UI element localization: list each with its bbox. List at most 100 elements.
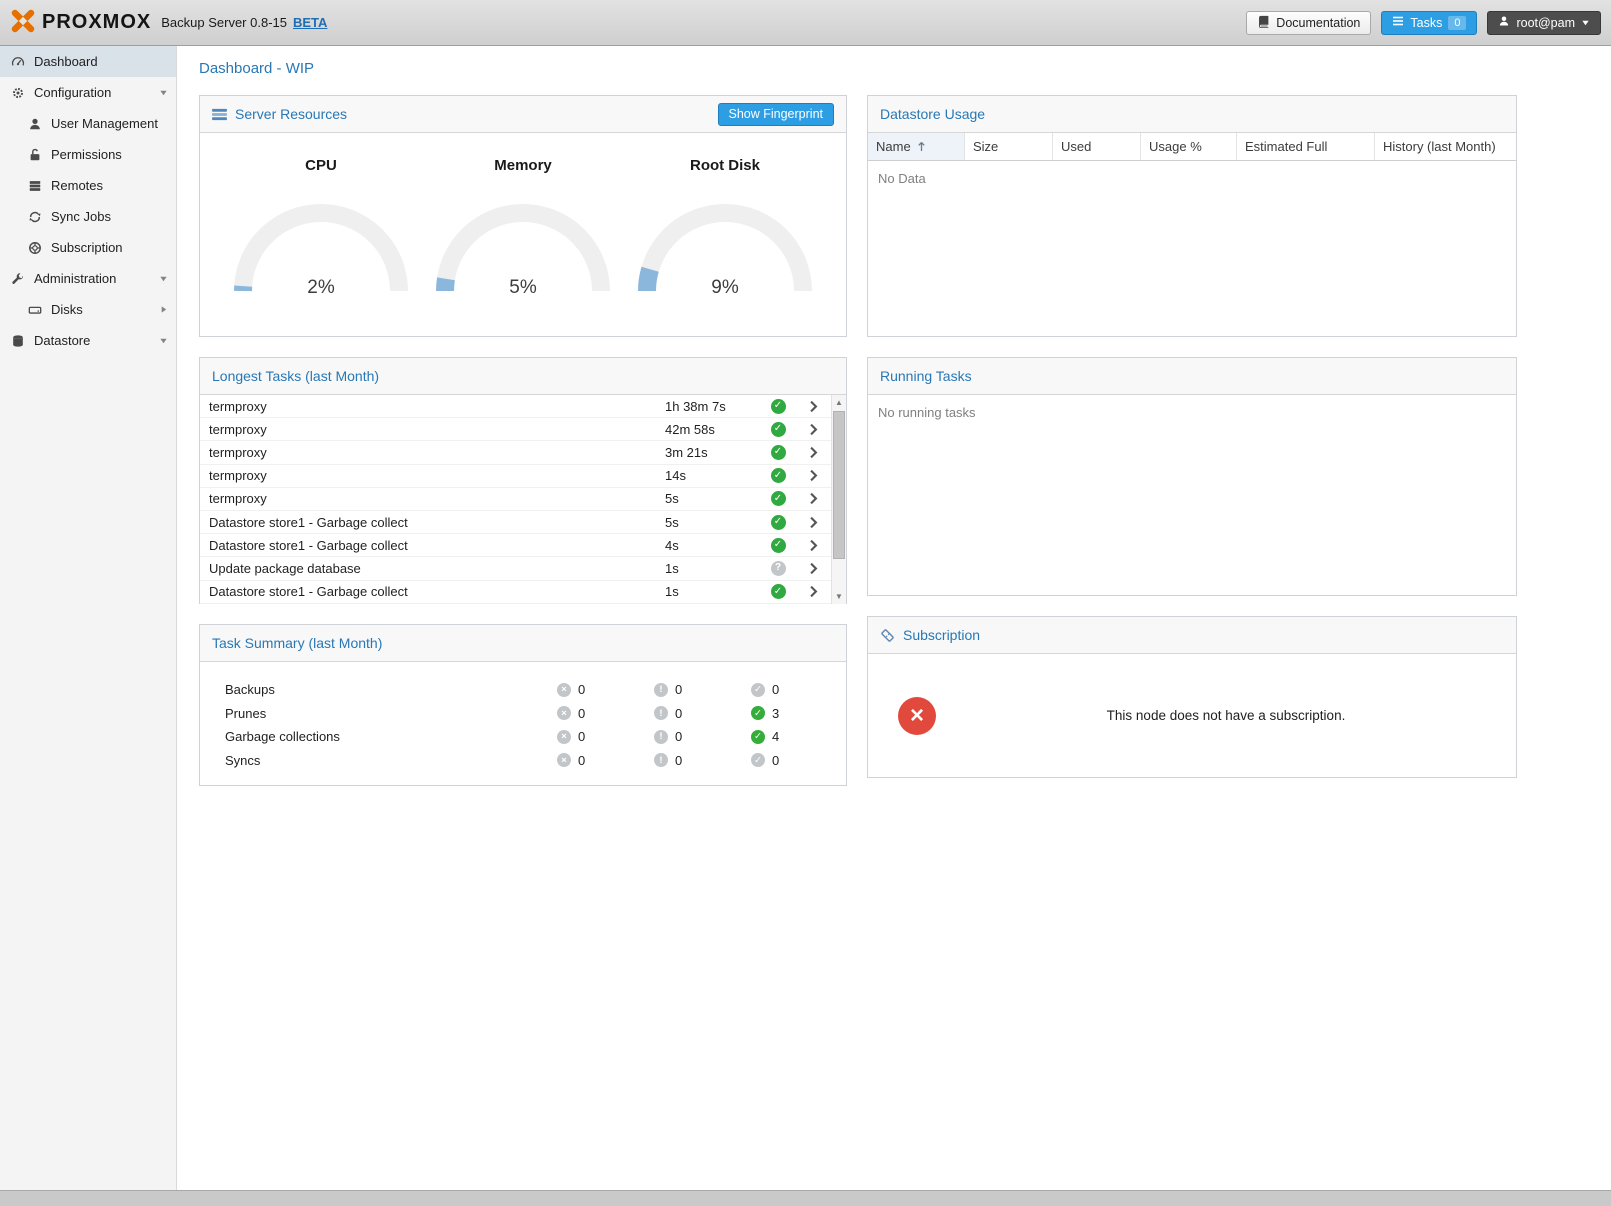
sidebar-item-remotes[interactable]: Remotes bbox=[0, 170, 176, 201]
sidebar-item-configuration[interactable]: Configuration bbox=[0, 77, 176, 108]
subscription-body: × This node does not have a subscription… bbox=[868, 654, 1516, 777]
datastore-usage-columns: NameSizeUsedUsage %Estimated FullHistory… bbox=[868, 133, 1516, 161]
unlock-icon bbox=[27, 148, 42, 162]
chevron-right-icon[interactable] bbox=[795, 400, 831, 413]
server-icon bbox=[27, 179, 42, 193]
error-circle-icon: × bbox=[557, 683, 571, 697]
tasks-label: Tasks bbox=[1410, 16, 1442, 30]
disk-icon bbox=[27, 303, 42, 317]
user-avatar-icon bbox=[1498, 15, 1510, 30]
chevron-right-icon[interactable] bbox=[795, 562, 831, 575]
documentation-label: Documentation bbox=[1276, 16, 1360, 30]
column-header-history-last-month-[interactable]: History (last Month) bbox=[1375, 133, 1516, 160]
tasks-button[interactable]: Tasks 0 bbox=[1381, 11, 1477, 35]
times-circle-icon: × bbox=[898, 697, 936, 735]
sidebar-item-disks[interactable]: Disks bbox=[0, 294, 176, 325]
ok-status-icon: ✓ bbox=[771, 491, 786, 506]
vertical-scrollbar[interactable]: ▲ ▼ bbox=[831, 395, 846, 604]
task-row[interactable]: termproxy5s✓ bbox=[200, 488, 831, 511]
task-row[interactable]: Datastore store1 - Garbage collect1s✓ bbox=[200, 581, 831, 604]
gauge-cpu: CPU2% bbox=[226, 157, 416, 299]
sidebar-item-permissions[interactable]: Permissions bbox=[0, 139, 176, 170]
horizontal-scrollbar[interactable] bbox=[0, 1190, 1611, 1206]
task-duration: 1s bbox=[665, 561, 761, 576]
warning-circle-icon: ! bbox=[654, 730, 668, 744]
sidebar-item-label: Disks bbox=[51, 302, 83, 317]
wrench-icon bbox=[10, 272, 25, 286]
task-name: termproxy bbox=[209, 399, 665, 414]
chevron-right-icon[interactable] bbox=[795, 423, 831, 436]
task-summary-title: Task Summary (last Month) bbox=[212, 635, 382, 651]
chevron-right-icon[interactable] bbox=[795, 539, 831, 552]
sidebar-item-dashboard[interactable]: Dashboard bbox=[0, 46, 176, 77]
column-header-name[interactable]: Name bbox=[868, 133, 965, 160]
chevron-right-icon[interactable] bbox=[795, 469, 831, 482]
chevron-right-icon[interactable] bbox=[795, 446, 831, 459]
task-row[interactable]: termproxy42m 58s✓ bbox=[200, 418, 831, 441]
check-circle-icon: ✓ bbox=[751, 683, 765, 697]
column-header-usage-[interactable]: Usage % bbox=[1141, 133, 1237, 160]
error-circle-icon: × bbox=[557, 753, 571, 767]
chevron-right-icon[interactable] bbox=[795, 585, 831, 598]
sidebar-item-user-management[interactable]: User Management bbox=[0, 108, 176, 139]
count-value: 0 bbox=[675, 682, 682, 697]
chevron-right-icon[interactable] bbox=[795, 516, 831, 529]
column-header-estimated-full[interactable]: Estimated Full bbox=[1237, 133, 1375, 160]
scroll-up-icon[interactable]: ▲ bbox=[832, 395, 846, 410]
column-header-used[interactable]: Used bbox=[1053, 133, 1141, 160]
documentation-button[interactable]: Documentation bbox=[1246, 11, 1371, 35]
task-name: termproxy bbox=[209, 422, 665, 437]
unknown-status-icon: ? bbox=[771, 561, 786, 576]
task-summary-header: Task Summary (last Month) bbox=[200, 625, 846, 662]
page-title: Dashboard - WIP bbox=[177, 46, 1611, 87]
beta-link[interactable]: BETA bbox=[293, 15, 327, 30]
datastore-usage-panel: Datastore Usage NameSizeUsedUsage %Estim… bbox=[867, 95, 1517, 337]
sidebar-item-datastore[interactable]: Datastore bbox=[0, 325, 176, 356]
gauge-memory: Memory 5% bbox=[428, 157, 618, 299]
scrollbar-thumb[interactable] bbox=[833, 411, 845, 559]
show-fingerprint-button[interactable]: Show Fingerprint bbox=[718, 103, 835, 126]
user-menu-button[interactable]: root@pam bbox=[1487, 11, 1601, 35]
gauge-percent: 2% bbox=[226, 277, 416, 299]
server-resources-title: Server Resources bbox=[235, 106, 347, 122]
sidebar-item-sync-jobs[interactable]: Sync Jobs bbox=[0, 201, 176, 232]
ok-status-icon: ✓ bbox=[771, 468, 786, 483]
task-duration: 3m 21s bbox=[665, 445, 761, 460]
task-duration: 4s bbox=[665, 538, 761, 553]
task-duration: 5s bbox=[665, 515, 761, 530]
tasks-list-icon bbox=[1392, 15, 1404, 30]
ok-status-icon: ✓ bbox=[771, 399, 786, 414]
task-duration: 42m 58s bbox=[665, 422, 761, 437]
chevron-right-icon[interactable] bbox=[795, 492, 831, 505]
check-circle-icon: ✓ bbox=[751, 706, 765, 720]
task-name: Datastore store1 - Garbage collect bbox=[209, 515, 665, 530]
gears-icon bbox=[10, 86, 25, 100]
sidebar-item-subscription[interactable]: Subscription bbox=[0, 232, 176, 263]
sidebar-item-label: Remotes bbox=[51, 178, 103, 193]
count-value: 3 bbox=[772, 706, 779, 721]
count-value: 0 bbox=[578, 753, 585, 768]
gauge-percent: 5% bbox=[428, 277, 618, 299]
sidebar-item-administration[interactable]: Administration bbox=[0, 263, 176, 294]
count-value: 0 bbox=[772, 682, 779, 697]
topbar-actions: Documentation Tasks 0 root@pam bbox=[1246, 11, 1601, 35]
task-row[interactable]: termproxy1h 38m 7s✓ bbox=[200, 395, 831, 418]
task-row[interactable]: Datastore store1 - Garbage collect5s✓ bbox=[200, 511, 831, 534]
task-row[interactable]: Update package database1s? bbox=[200, 557, 831, 580]
task-duration: 14s bbox=[665, 468, 761, 483]
gauge-label: Memory bbox=[428, 157, 618, 174]
task-summary-rows: Backups×0!0✓0Prunes×0!0✓3Garbage collect… bbox=[200, 662, 846, 772]
task-row[interactable]: Datastore store1 - Garbage collect4s✓ bbox=[200, 534, 831, 557]
task-row[interactable]: termproxy3m 21s✓ bbox=[200, 441, 831, 464]
column-header-size[interactable]: Size bbox=[965, 133, 1053, 160]
sidebar-item-label: Datastore bbox=[34, 333, 90, 348]
scroll-down-icon[interactable]: ▼ bbox=[832, 589, 846, 604]
task-name: Datastore store1 - Garbage collect bbox=[209, 538, 665, 553]
proxmox-logo-icon bbox=[10, 8, 36, 37]
left-column: Server Resources Show Fingerprint CPU2%M… bbox=[199, 95, 847, 806]
count-value: 0 bbox=[675, 729, 682, 744]
running-tasks-panel: Running Tasks No running tasks bbox=[867, 357, 1517, 596]
summary-row-prunes: Prunes×0!0✓3 bbox=[200, 702, 846, 726]
longest-tasks-header: Longest Tasks (last Month) bbox=[200, 358, 846, 395]
task-row[interactable]: termproxy14s✓ bbox=[200, 465, 831, 488]
